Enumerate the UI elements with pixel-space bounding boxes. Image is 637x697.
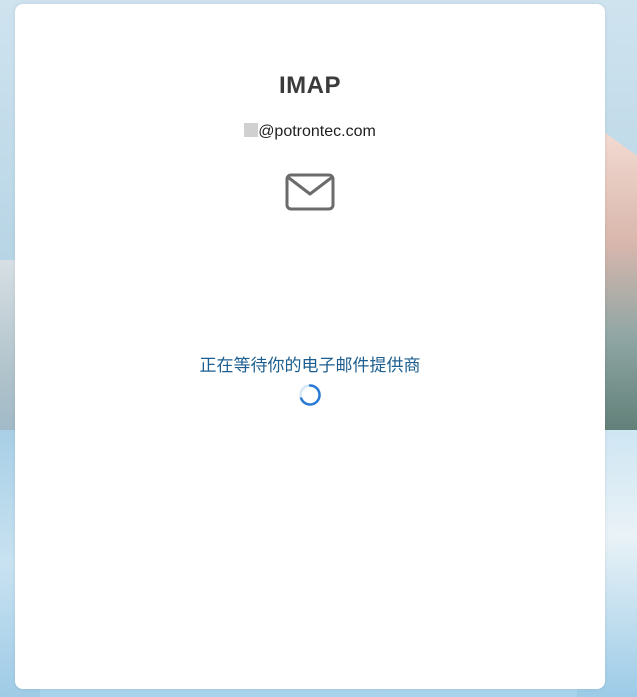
redacted-username	[244, 123, 259, 137]
dialog-title: IMAP	[279, 72, 341, 99]
account-setup-dialog: IMAP @potrontec.com 正在等待你的电子邮件提供商	[15, 4, 605, 689]
status-message: 正在等待你的电子邮件提供商	[199, 356, 421, 375]
account-email: @potrontec.com	[15, 123, 605, 141]
mail-envelope-icon	[285, 173, 335, 211]
loading-spinner-icon	[299, 384, 321, 406]
account-email-domain: @potrontec.com	[258, 123, 376, 140]
